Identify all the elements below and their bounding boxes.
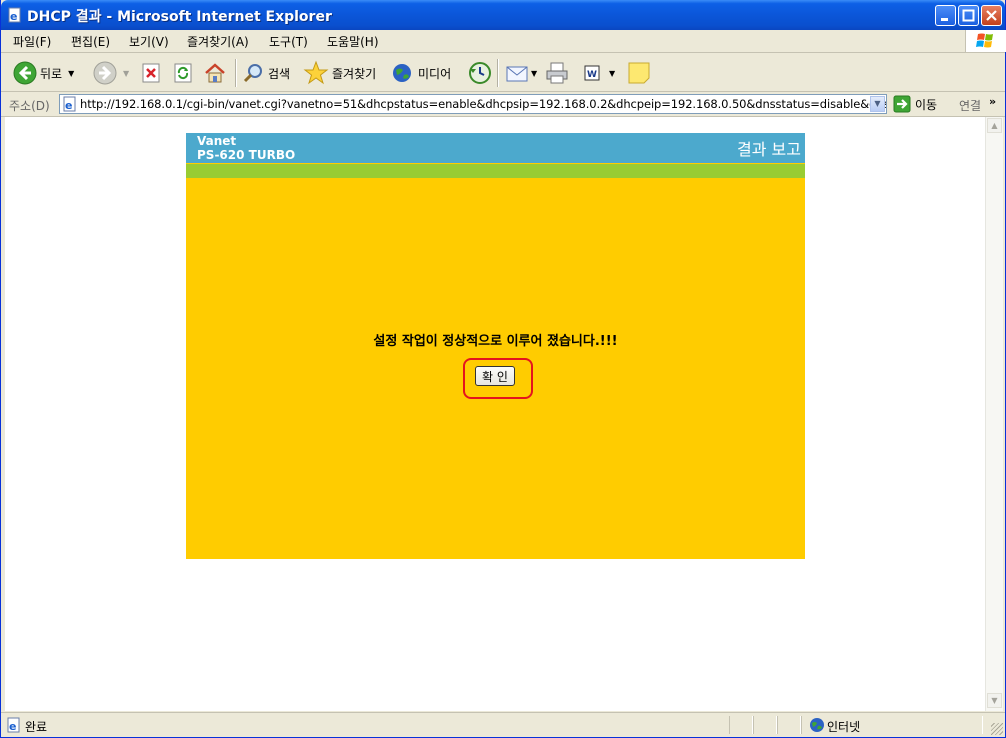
edit-dropdown-icon[interactable]: ▼ xyxy=(609,69,615,78)
ok-button[interactable]: 확 인 xyxy=(475,366,515,386)
windows-logo xyxy=(965,30,1006,52)
home-button[interactable] xyxy=(203,60,227,86)
favorites-label: 즐겨찾기 xyxy=(332,66,377,81)
accent-bar xyxy=(186,164,805,178)
internet-globe-icon xyxy=(810,718,824,732)
status-cell xyxy=(729,716,753,734)
back-button[interactable]: 뒤로 ▼ xyxy=(13,60,74,86)
address-label: 주소(D) xyxy=(9,99,50,113)
brand-name: Vanet xyxy=(197,134,237,148)
status-cell xyxy=(777,716,801,734)
search-icon xyxy=(243,64,262,83)
minimize-icon xyxy=(941,18,948,21)
menu-view[interactable]: 보기(V) xyxy=(129,33,169,50)
address-input[interactable]: e http://192.168.0.1/cgi-bin/vanet.cgi?v… xyxy=(59,94,887,114)
printer-icon xyxy=(546,62,568,84)
favorites-button[interactable]: 즐겨찾기 xyxy=(303,60,376,86)
stop-button[interactable] xyxy=(141,60,163,86)
media-globe-icon xyxy=(393,64,411,82)
history-clock-icon xyxy=(469,62,491,84)
scroll-down-icon[interactable]: ▼ xyxy=(987,693,1002,708)
panel-header: Vanet PS-620 TURBO 결과 보고 xyxy=(186,133,805,163)
edit-button[interactable]: W ▼ xyxy=(581,60,615,86)
back-label: 뒤로 xyxy=(40,66,63,81)
go-arrow-icon xyxy=(893,95,911,113)
media-label: 미디어 xyxy=(418,66,452,81)
forward-arrow-icon xyxy=(93,61,117,85)
mail-button[interactable]: ▼ xyxy=(505,60,537,86)
result-message: 설정 작업이 정상적으로 이루어 졌습니다.!!! xyxy=(373,334,618,349)
report-title: 결과 보고 xyxy=(737,140,801,159)
print-button[interactable] xyxy=(544,60,570,86)
menu-favorites[interactable]: 즐겨찾기(A) xyxy=(187,33,249,50)
mail-dropdown-icon[interactable]: ▼ xyxy=(531,69,537,78)
browser-window: e DHCP 결과 - Microsoft Internet Explorer … xyxy=(0,0,1006,738)
messenger-note-button[interactable] xyxy=(627,60,651,86)
refresh-button[interactable] xyxy=(173,60,195,86)
page-done-icon: e xyxy=(7,717,20,733)
svg-text:e: e xyxy=(9,720,16,733)
media-button[interactable]: 미디어 xyxy=(391,60,451,86)
forward-dropdown-icon[interactable]: ▼ xyxy=(123,69,129,78)
vertical-scrollbar[interactable]: ▲ ▼ xyxy=(985,117,1003,711)
home-icon xyxy=(205,63,225,83)
search-label: 검색 xyxy=(268,66,291,81)
go-label: 이동 xyxy=(915,97,938,112)
standard-toolbar: 뒤로 ▼ ▼ 검색 즐겨찾기 미디어 ▼ W ▼ xyxy=(1,53,1005,92)
address-bar: 주소(D) e http://192.168.0.1/cgi-bin/vanet… xyxy=(1,92,1005,117)
page-icon: e xyxy=(63,96,76,112)
maximize-button[interactable] xyxy=(958,5,979,26)
svg-text:e: e xyxy=(10,10,17,23)
refresh-icon xyxy=(174,63,192,83)
menu-edit[interactable]: 편집(E) xyxy=(71,33,110,50)
minimize-button[interactable] xyxy=(935,5,956,26)
page-viewport: Vanet PS-620 TURBO 결과 보고 설정 작업이 정상적으로 이루… xyxy=(5,117,985,711)
window-title: DHCP 결과 - Microsoft Internet Explorer xyxy=(27,9,332,25)
back-arrow-icon xyxy=(13,61,37,85)
title-bar[interactable]: e DHCP 결과 - Microsoft Internet Explorer xyxy=(1,0,1005,30)
menu-file[interactable]: 파일(F) xyxy=(13,33,51,50)
menu-help[interactable]: 도움말(H) xyxy=(327,33,379,50)
close-button[interactable] xyxy=(981,5,1002,26)
links-chevron-icon[interactable]: » xyxy=(989,95,996,108)
stop-icon xyxy=(142,63,160,83)
forward-button[interactable]: ▼ xyxy=(93,60,129,86)
history-button[interactable] xyxy=(467,60,493,86)
address-url[interactable]: http://192.168.0.1/cgi-bin/vanet.cgi?van… xyxy=(80,97,886,111)
windows-flag-icon xyxy=(976,33,993,48)
maximize-icon xyxy=(962,9,975,22)
star-icon xyxy=(303,60,329,85)
search-button[interactable]: 검색 xyxy=(241,60,290,86)
status-bar: e 완료 인터넷 xyxy=(1,712,1005,737)
menu-tools[interactable]: 도구(T) xyxy=(269,33,308,50)
svg-text:W: W xyxy=(587,70,597,80)
edit-document-icon: W xyxy=(584,65,600,81)
brand-model: PS-620 TURBO xyxy=(197,148,296,162)
back-dropdown-icon[interactable]: ▼ xyxy=(68,69,74,78)
address-dropdown-icon[interactable]: ▼ xyxy=(870,96,885,112)
close-icon xyxy=(986,10,997,21)
toolbar-separator xyxy=(497,59,499,87)
scroll-up-icon[interactable]: ▲ xyxy=(987,118,1002,133)
mail-envelope-icon xyxy=(506,66,528,82)
links-label[interactable]: 연결 xyxy=(959,97,981,114)
status-cell xyxy=(753,716,777,734)
menu-bar: 파일(F) 편집(E) 보기(V) 즐겨찾기(A) 도구(T) 도움말(H) xyxy=(1,30,1005,53)
result-panel: Vanet PS-620 TURBO 결과 보고 설정 작업이 정상적으로 이루… xyxy=(186,133,805,559)
go-button[interactable]: 이동 xyxy=(893,95,937,113)
resize-grip[interactable] xyxy=(991,723,1003,735)
svg-text:e: e xyxy=(65,99,72,112)
toolbar-separator xyxy=(235,59,237,87)
sticky-note-icon xyxy=(628,62,650,84)
status-text: 완료 xyxy=(25,720,48,734)
security-zone: 인터넷 xyxy=(827,720,861,734)
ie-page-icon: e xyxy=(8,7,21,23)
